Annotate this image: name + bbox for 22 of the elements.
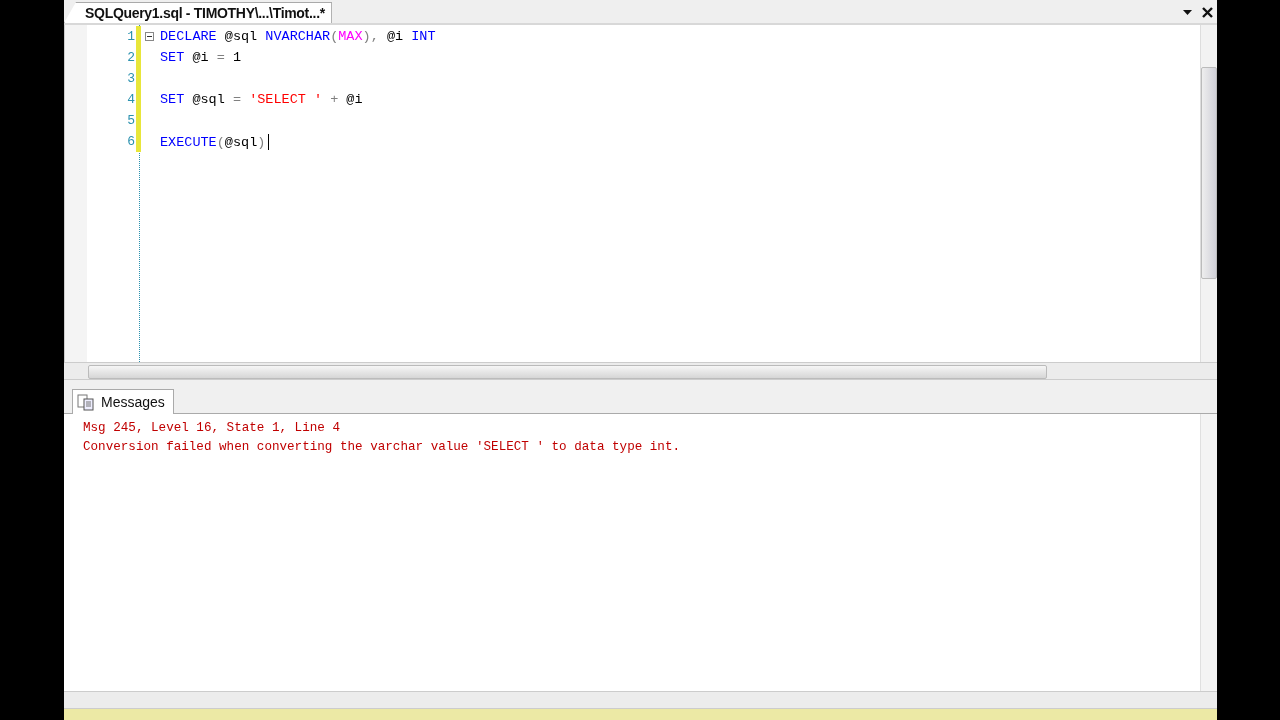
close-icon[interactable] — [1202, 7, 1213, 18]
collapse-icon[interactable] — [144, 32, 154, 41]
vertical-scrollbar[interactable] — [1200, 414, 1217, 691]
error-message: Msg 245, Level 16, State 1, Line 4 — [83, 420, 341, 437]
line-number: 2 — [126, 50, 135, 65]
line-number: 4 — [126, 92, 135, 107]
error-message: Conversion failed when converting the varchar value 'SELECT ' to data type int. — [83, 439, 682, 456]
code-line: SET @i = 1 — [160, 50, 242, 65]
dropdown-icon[interactable] — [1183, 10, 1192, 15]
horizontal-scrollbar[interactable] — [64, 362, 1217, 380]
vertical-scrollbar[interactable] — [1200, 25, 1217, 362]
code-line: EXECUTE(@sql) — [160, 133, 270, 150]
code-line: SET @sql = 'SELECT ' + @i — [160, 92, 363, 107]
horizontal-scrollbar[interactable] — [64, 691, 1217, 709]
document-tab[interactable]: SQLQuery1.sql - TIMOTHY\...\Timot...* — [64, 2, 332, 23]
messages-tab[interactable]: Messages — [72, 389, 174, 414]
line-number: 6 — [126, 134, 135, 149]
document-icon — [77, 393, 95, 411]
line-number: 3 — [126, 71, 135, 86]
line-number: 1 — [126, 29, 135, 44]
line-number: 5 — [126, 113, 135, 128]
code-line: DECLARE @sql NVARCHAR(MAX), @i INT — [160, 29, 436, 44]
